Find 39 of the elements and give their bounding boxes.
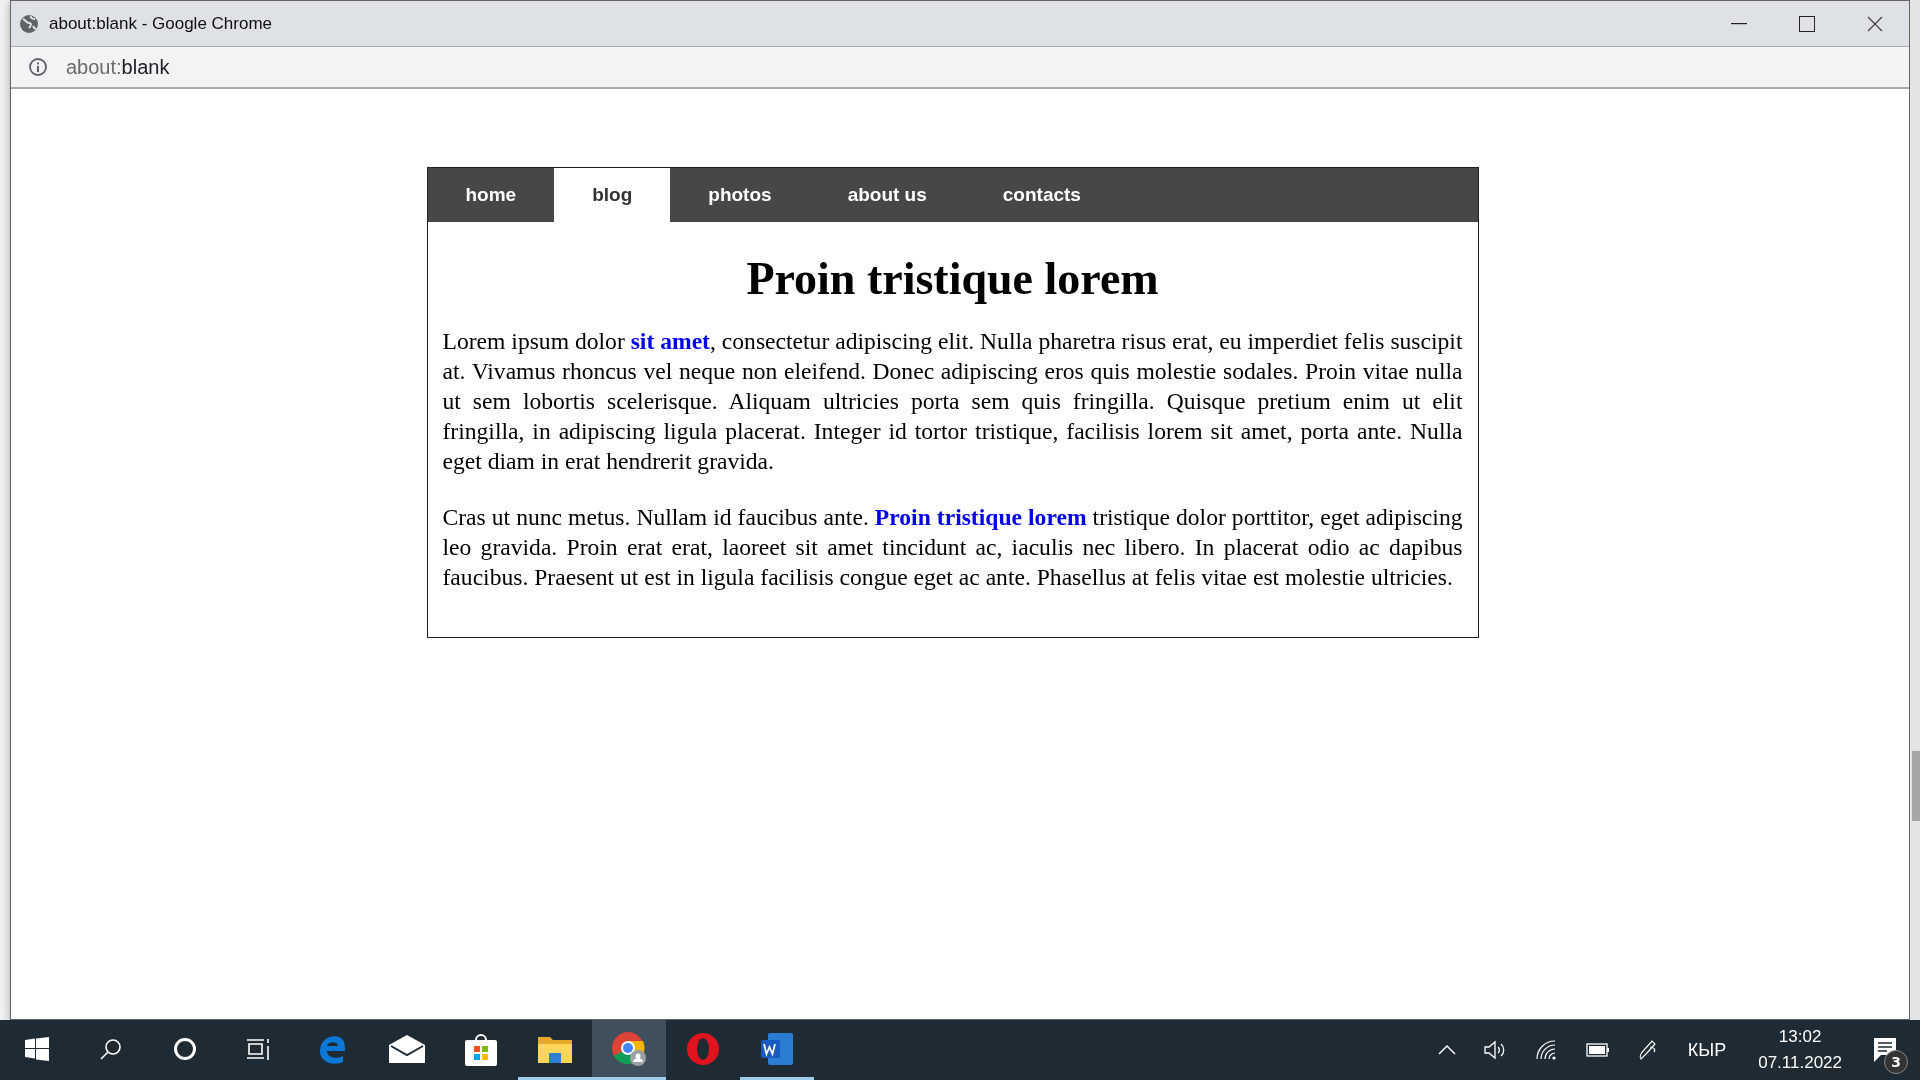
input-language[interactable]: КЫР [1687, 1039, 1727, 1061]
nav-tab[interactable]: contacts [964, 168, 1119, 222]
clock-time: 13:02 [1778, 1026, 1822, 1048]
article-paragraph: Cras ut nunc metus. Nullam id faucibus ante. Proin tristique lorem tristique dolor porttitor, eget adipiscing leo gravida. Proin erat erat, laoreet sit amet tincidunt ac, iaculis nec libero. In placerat odio ac dapibus faucibus. Praesent ut est in ligula facilisis congue eget ac ante. Phasellus at felis vitae est molestie ultricies. [442, 503, 1463, 592]
clock-date: 07.11.2022 [1758, 1052, 1842, 1074]
nav-tab[interactable]: photos [670, 168, 810, 222]
text-link[interactable]: sit amet [630, 328, 710, 354]
info-icon[interactable] [28, 57, 48, 77]
notification-button[interactable]: 3 [1860, 1020, 1910, 1080]
window-title: about:blank - Google Chrome [49, 13, 273, 34]
scrollbar-thumb[interactable] [1912, 751, 1920, 821]
address-field[interactable]: about:blank [66, 55, 170, 79]
document-w-icon [760, 1031, 794, 1066]
globe-icon [19, 13, 39, 34]
article-paragraph: Lorem ipsum dolor sit amet, consectetur adipiscing elit. Nulla pharetra risus erat, eu imperdiet felis suscipit at. Vivamus rhoncus vel neque non eleifend. Donec adipiscing eros quis molestie sodales. Proin vitae nulla ut sem lobortis scelerisque. Aliquam ultricies porta sem quis fringilla. Quisque pretium enim ut elit fringilla, in adipiscing ligula placerat. Integer id tortor tristique, facilisis lorem sit amet, porta ante. Nulla eget diam in erat hendrerit gravida. [442, 327, 1463, 476]
maximize-icon [1799, 15, 1815, 32]
close-icon [1867, 15, 1883, 32]
text-link[interactable]: Proin tristique lorem [874, 504, 1087, 530]
letter-e-icon [318, 1033, 348, 1064]
article-heading: Proin tristique lorem [745, 256, 1160, 302]
envelope-icon [389, 1034, 425, 1063]
task-view-icon [246, 1036, 272, 1061]
nav-tab[interactable]: home [427, 168, 555, 222]
minimize-icon [1731, 22, 1747, 25]
shopping-bag-icon [464, 1031, 498, 1066]
search-icon [99, 1036, 123, 1061]
circle-icon [173, 1036, 197, 1061]
clock[interactable]: 13:02 07.11.2022 [1758, 1024, 1842, 1076]
taskbar-button[interactable] [592, 1020, 666, 1080]
battery-icon[interactable] [1585, 1043, 1610, 1057]
letter-o-icon [686, 1031, 720, 1066]
wifi-icon[interactable] [1535, 1040, 1558, 1060]
nav-tab[interactable]: about us [809, 168, 965, 222]
notification-count: 3 [1884, 1050, 1908, 1074]
windows-logo-icon [25, 1036, 49, 1061]
chrome-browser-icon [611, 1030, 647, 1067]
chevron-up-icon[interactable] [1437, 1045, 1456, 1055]
nav-tab[interactable]: blog [554, 168, 671, 222]
folder-icon [538, 1034, 572, 1063]
